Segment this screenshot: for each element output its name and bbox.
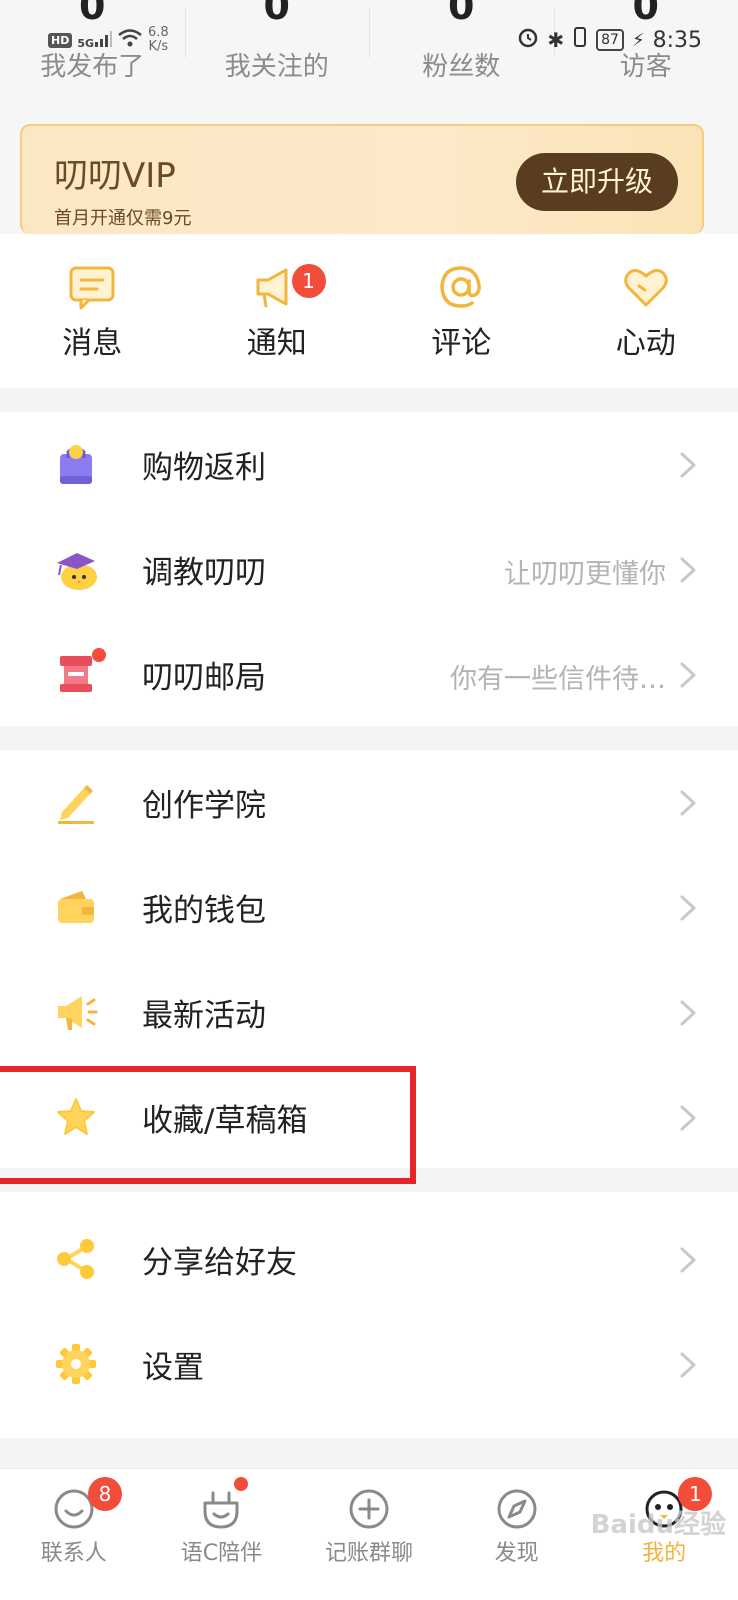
share-icon — [57, 1239, 94, 1279]
menu-item-label: 设置 — [142, 1350, 204, 1386]
at-icon — [440, 266, 482, 308]
menu-item-creation-academy[interactable]: 创作学院 — [0, 750, 738, 854]
menu-item-share[interactable]: 分享给好友 — [0, 1207, 738, 1311]
menu-item-latest-events[interactable]: 最新活动 — [0, 960, 738, 1064]
chevron-right-icon — [680, 452, 696, 478]
clock: 8:35 — [652, 27, 702, 53]
companion-unread-dot — [233, 1477, 248, 1491]
status-right: ✱ 87 ⚡ 8:35 — [517, 26, 702, 54]
pencil-icon — [58, 785, 94, 824]
unread-dot — [92, 648, 106, 662]
wallet-icon — [58, 891, 94, 923]
vip-subtitle: 首月开通仅需9元 — [54, 208, 192, 229]
quick-action-label: 通知 — [246, 326, 307, 361]
status-left: HD 5G 6.8 K/s — [48, 26, 169, 54]
battery-icon: 87 — [596, 29, 624, 51]
net-speed: 6.8 K/s — [148, 25, 169, 54]
menu-item-settings[interactable]: 设置 — [0, 1312, 738, 1416]
charging-icon: ⚡ — [631, 29, 645, 51]
menu-item-label: 创作学院 — [142, 788, 266, 824]
plus-circle-icon — [349, 1489, 389, 1529]
tab-contacts[interactable]: 8 联系人 — [0, 1469, 148, 1600]
highlight-annotation-box — [0, 1066, 416, 1184]
menu-group-services: 购物返利 调教叨叨 让叨叨更懂你 叨叨邮局 你有一些信件待… — [0, 412, 738, 726]
tab-label: 记账群聊 — [324, 1541, 413, 1566]
alarm-icon — [517, 26, 539, 54]
chevron-right-icon — [680, 1000, 696, 1026]
quick-action-notifications[interactable]: 1 通知 — [185, 234, 370, 388]
chevron-right-icon — [680, 790, 696, 816]
tab-companion[interactable]: 语C陪伴 — [148, 1469, 296, 1600]
chevron-right-icon — [680, 1352, 696, 1378]
quick-action-label: 消息 — [62, 326, 123, 361]
chevron-right-icon — [680, 662, 696, 688]
message-icon — [69, 266, 115, 310]
shopping-bag-icon — [60, 445, 92, 484]
vip-title: 叨叨VIP — [54, 156, 176, 196]
quick-actions: 消息 1 通知 评论 心动 — [0, 234, 738, 388]
menu-item-label: 我的钱包 — [142, 893, 266, 929]
bluetooth-icon: ✱ — [547, 28, 565, 52]
menu-group-other: 分享给好友 设置 — [0, 1192, 738, 1438]
vibrate-icon — [572, 26, 588, 54]
chevron-right-icon — [680, 1247, 696, 1273]
hd-icon: HD — [48, 32, 73, 48]
heart-icon — [624, 269, 668, 307]
tab-label: 语C陪伴 — [180, 1541, 263, 1566]
vip-banner[interactable]: 叨叨VIP 首月开通仅需9元 立即升级 — [20, 124, 704, 234]
tab-group-chat[interactable]: 记账群聊 — [295, 1469, 443, 1600]
menu-item-post-office[interactable]: 叨叨邮局 你有一些信件待… — [0, 622, 738, 726]
menu-item-hint: 你有一些信件待… — [450, 664, 666, 695]
menu-item-label: 叨叨邮局 — [142, 660, 266, 696]
watermark-logo: Baidu经验 — [590, 1510, 726, 1540]
tab-discover[interactable]: 发现 — [443, 1469, 591, 1600]
quick-action-messages[interactable]: 消息 — [0, 234, 185, 388]
tab-label: 联系人 — [40, 1541, 107, 1566]
chick-mascot-icon — [57, 553, 97, 590]
upgrade-button[interactable]: 立即升级 — [516, 153, 678, 211]
wifi-icon — [117, 28, 143, 52]
companion-icon — [203, 1491, 239, 1529]
menu-item-label: 最新活动 — [142, 998, 266, 1034]
menu-item-shopping-rebate[interactable]: 购物返利 — [0, 412, 738, 516]
profile-header: 0 我发布了 0 我关注的 0 粉丝数 0 访客 HD 5G 6.8 K/s ✱… — [0, 0, 738, 240]
gear-icon — [56, 1344, 96, 1384]
chevron-right-icon — [680, 895, 696, 921]
contacts-badge: 8 — [88, 1477, 122, 1511]
menu-item-label: 调教叨叨 — [142, 555, 266, 591]
quick-action-label: 评论 — [431, 326, 492, 361]
chevron-right-icon — [680, 1105, 696, 1131]
menu-item-train-daodao[interactable]: 调教叨叨 让叨叨更懂你 — [0, 517, 738, 621]
menu-item-label: 分享给好友 — [142, 1245, 297, 1281]
quick-action-likes[interactable]: 心动 — [554, 234, 738, 388]
notification-badge: 1 — [291, 264, 326, 298]
quick-action-label: 心动 — [615, 326, 676, 361]
menu-item-wallet[interactable]: 我的钱包 — [0, 855, 738, 959]
chevron-right-icon — [680, 557, 696, 583]
compass-icon — [497, 1489, 537, 1529]
menu-item-label: 购物返利 — [142, 450, 266, 486]
menu-item-hint: 让叨叨更懂你 — [504, 559, 666, 590]
quick-action-comments[interactable]: 评论 — [369, 234, 554, 388]
status-bar: HD 5G 6.8 K/s ✱ 87 ⚡ 8:35 — [0, 20, 738, 64]
megaphone-icon — [58, 996, 98, 1030]
signal-icon: 5G — [77, 30, 113, 50]
tab-label: 发现 — [494, 1541, 539, 1566]
